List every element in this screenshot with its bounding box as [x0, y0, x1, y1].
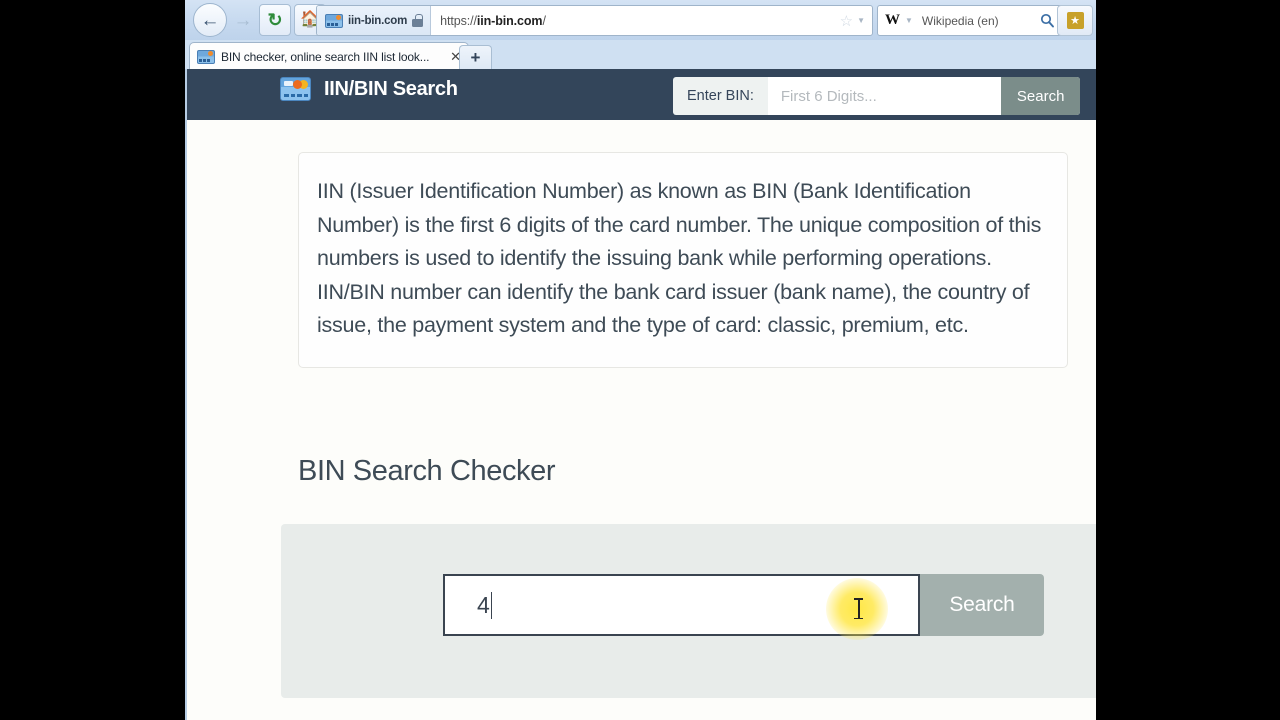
browser-search-bar[interactable]: W ▼ Wikipedia (en)	[877, 5, 1063, 36]
site-identity-label: iin-bin.com	[348, 14, 408, 27]
chevron-down-icon[interactable]: ▼	[857, 16, 865, 25]
browser-window: ← → ↻ 🏠 iin-bin.com https://iin-bin.com/…	[185, 0, 1096, 720]
bin-search-input[interactable]: 4	[443, 574, 920, 636]
new-tab-button[interactable]: +	[459, 45, 492, 70]
browser-toolbar: ← → ↻ 🏠 iin-bin.com https://iin-bin.com/…	[185, 0, 1096, 40]
intro-text: IIN (Issuer Identification Number) as kn…	[317, 179, 1042, 337]
bin-search-input-value: 4	[477, 591, 490, 618]
bookmark-star-group[interactable]: ☆ ▼	[840, 12, 872, 30]
intro-card: IIN (Issuer Identification Number) as kn…	[298, 152, 1068, 368]
bookmarks-star-icon: ★	[1066, 12, 1084, 29]
tab-title: BIN checker, online search IIN list look…	[221, 49, 430, 64]
header-search-label: Enter BIN:	[687, 88, 754, 104]
forward-button[interactable]: →	[230, 7, 256, 33]
navigation-buttons: ← → ↻ 🏠	[193, 3, 326, 37]
magnifier-icon[interactable]	[1040, 13, 1055, 28]
reload-button[interactable]: ↻	[259, 4, 291, 36]
site-header: IIN/BIN Search Enter BIN: Search	[185, 69, 1096, 120]
url-path: /	[542, 13, 546, 28]
bookmarks-button[interactable]: ★	[1057, 5, 1093, 36]
forward-arrow-icon: →	[233, 9, 253, 31]
bin-search-button[interactable]: Search	[920, 574, 1044, 636]
header-bin-input[interactable]	[767, 77, 1001, 115]
tab-strip: BIN checker, online search IIN list look…	[185, 40, 1096, 108]
padlock-icon	[412, 14, 424, 27]
credit-card-favicon	[197, 49, 215, 64]
header-search-button[interactable]: Search	[1000, 77, 1081, 115]
url-domain: iin-bin.com	[476, 13, 543, 28]
star-icon[interactable]: ☆	[840, 12, 853, 30]
chevron-down-icon[interactable]: ▼	[905, 16, 913, 25]
text-caret	[490, 591, 493, 619]
window-left-edge	[185, 69, 187, 720]
credit-card-logo-icon	[280, 77, 311, 101]
screen: ← → ↻ 🏠 iin-bin.com https://iin-bin.com/…	[0, 0, 1280, 720]
page-title: BIN Search Checker	[298, 455, 556, 487]
tab-bin-checker[interactable]: BIN checker, online search IIN list look…	[189, 42, 469, 70]
back-button[interactable]: ←	[193, 3, 227, 37]
credit-card-favicon	[325, 13, 343, 28]
back-arrow-icon: ←	[200, 9, 220, 31]
site-identity-box[interactable]: iin-bin.com	[317, 6, 432, 35]
wikipedia-glyph-icon: W	[885, 12, 900, 28]
bin-search-panel: 4 Search	[281, 524, 1096, 698]
address-bar[interactable]: iin-bin.com https://iin-bin.com/ ☆ ▼	[316, 5, 873, 36]
site-brand[interactable]: IIN/BIN Search	[280, 77, 458, 101]
reload-icon: ↻	[267, 10, 283, 30]
url-prefix: https://	[440, 13, 477, 28]
bin-search-row: 4 Search	[443, 574, 1044, 636]
site-title: IIN/BIN Search	[324, 77, 458, 100]
search-engine-label: Wikipedia (en)	[921, 13, 999, 28]
page-content: IIN/BIN Search Enter BIN: Search IIN (Is…	[185, 69, 1096, 720]
header-search-group: Enter BIN: Search	[673, 77, 1081, 115]
url-text: https://iin-bin.com/	[431, 14, 546, 28]
